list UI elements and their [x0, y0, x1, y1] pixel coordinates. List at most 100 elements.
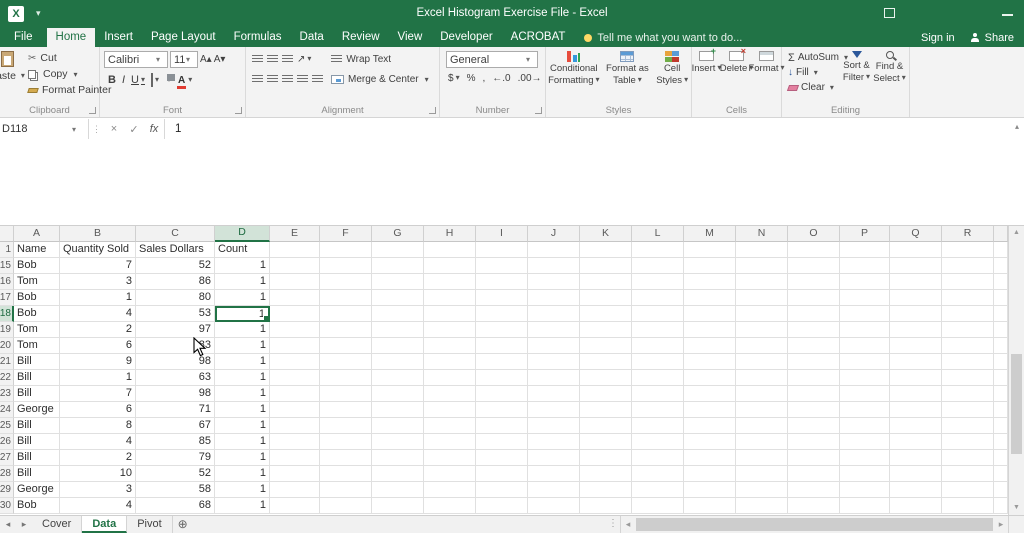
cell-K125[interactable]	[580, 418, 632, 434]
cell-O1[interactable]	[788, 242, 840, 258]
cell-L127[interactable]	[632, 450, 684, 466]
cell-I1[interactable]	[476, 242, 528, 258]
cell-A121[interactable]: Bill	[14, 354, 60, 370]
insert-function-button[interactable]: fx	[144, 123, 164, 135]
cell-C117[interactable]: 80	[136, 290, 215, 306]
cell-B118[interactable]: 4	[60, 306, 136, 322]
align-middle-icon[interactable]	[267, 55, 278, 64]
cell-J129[interactable]	[528, 482, 580, 498]
formula-input[interactable]: 1	[175, 123, 181, 135]
cell-L121[interactable]	[632, 354, 684, 370]
cell-J119[interactable]	[528, 322, 580, 338]
cell-H116[interactable]	[424, 274, 476, 290]
cell-Q119[interactable]	[890, 322, 942, 338]
cell-R1[interactable]	[942, 242, 994, 258]
cell-D127[interactable]: 1	[215, 450, 270, 466]
row-header-117[interactable]: 117	[0, 290, 14, 306]
align-left-icon[interactable]	[252, 75, 263, 84]
cell-B129[interactable]: 3	[60, 482, 136, 498]
cell-I125[interactable]	[476, 418, 528, 434]
cell-R128[interactable]	[942, 466, 994, 482]
cell-Q115[interactable]	[890, 258, 942, 274]
row-header-126[interactable]: 126	[0, 434, 14, 450]
cell-Q129[interactable]	[890, 482, 942, 498]
cell-B1[interactable]: Quantity Sold	[60, 242, 136, 258]
cell-L120[interactable]	[632, 338, 684, 354]
cell-P128[interactable]	[840, 466, 890, 482]
cell-M118[interactable]	[684, 306, 736, 322]
cell-M130[interactable]	[684, 498, 736, 514]
cell-I124[interactable]	[476, 402, 528, 418]
cell-Q118[interactable]	[890, 306, 942, 322]
cell-E120[interactable]	[270, 338, 320, 354]
column-header-i[interactable]: I	[476, 226, 528, 242]
cell-M1[interactable]	[684, 242, 736, 258]
cell-B130[interactable]: 4	[60, 498, 136, 514]
align-center-icon[interactable]	[267, 75, 278, 84]
cell-B115[interactable]: 7	[60, 258, 136, 274]
fill-button[interactable]: ↓ Fill	[786, 65, 840, 80]
cell-I115[interactable]	[476, 258, 528, 274]
cell-A118[interactable]: Bob	[14, 306, 60, 322]
ribbon-tab-formulas[interactable]: Formulas	[225, 28, 291, 47]
align-bottom-icon[interactable]	[282, 55, 293, 64]
alignment-dialog-launcher-icon[interactable]	[429, 107, 436, 114]
cell-B117[interactable]: 1	[60, 290, 136, 306]
cell-D129[interactable]: 1	[215, 482, 270, 498]
align-top-icon[interactable]	[252, 55, 263, 64]
cell-H120[interactable]	[424, 338, 476, 354]
column-header-d[interactable]: D	[215, 226, 270, 242]
row-header-127[interactable]: 127	[0, 450, 14, 466]
cell-G124[interactable]	[372, 402, 424, 418]
italic-button[interactable]: I	[122, 74, 125, 86]
row-header-124[interactable]: 124	[0, 402, 14, 418]
wrap-text-button[interactable]: Wrap Text	[329, 52, 393, 68]
cell-H127[interactable]	[424, 450, 476, 466]
cell-C115[interactable]: 52	[136, 258, 215, 274]
cell-E119[interactable]	[270, 322, 320, 338]
column-header-e[interactable]: E	[270, 226, 320, 242]
cell-I126[interactable]	[476, 434, 528, 450]
cell-F115[interactable]	[320, 258, 372, 274]
cell-H121[interactable]	[424, 354, 476, 370]
scroll-down-icon[interactable]: ▼	[1009, 501, 1024, 515]
cell-C127[interactable]: 79	[136, 450, 215, 466]
cell-L118[interactable]	[632, 306, 684, 322]
cell-B121[interactable]: 9	[60, 354, 136, 370]
column-header-l[interactable]: L	[632, 226, 684, 242]
formula-bar-collapse-icon[interactable]: ▴	[1015, 122, 1019, 131]
cell-A116[interactable]: Tom	[14, 274, 60, 290]
cell-H124[interactable]	[424, 402, 476, 418]
scroll-up-icon[interactable]: ▲	[1009, 226, 1024, 240]
ribbon-tab-file[interactable]: File	[0, 28, 47, 47]
cell-L116[interactable]	[632, 274, 684, 290]
row-header-121[interactable]: 121	[0, 354, 14, 370]
sign-in-link[interactable]: Sign in	[921, 32, 955, 44]
cell-P119[interactable]	[840, 322, 890, 338]
cell-M126[interactable]	[684, 434, 736, 450]
cell-Q130[interactable]	[890, 498, 942, 514]
cell-L130[interactable]	[632, 498, 684, 514]
cell-G122[interactable]	[372, 370, 424, 386]
column-header-j[interactable]: J	[528, 226, 580, 242]
cell-H123[interactable]	[424, 386, 476, 402]
ribbon-tab-page-layout[interactable]: Page Layout	[142, 28, 225, 47]
cell-R119[interactable]	[942, 322, 994, 338]
cell-L123[interactable]	[632, 386, 684, 402]
font-name-combo[interactable]: Calibri ▾	[104, 51, 168, 68]
decrease-indent-icon[interactable]	[297, 75, 308, 84]
cell-I127[interactable]	[476, 450, 528, 466]
sheet-tab-pivot[interactable]: Pivot	[127, 516, 172, 533]
cell-A128[interactable]: Bill	[14, 466, 60, 482]
cell-N128[interactable]	[736, 466, 788, 482]
cell-B126[interactable]: 4	[60, 434, 136, 450]
column-header-c[interactable]: C	[136, 226, 215, 242]
cell-N118[interactable]	[736, 306, 788, 322]
cell-D128[interactable]: 1	[215, 466, 270, 482]
cell-K119[interactable]	[580, 322, 632, 338]
tell-me-box[interactable]: Tell me what you want to do...	[584, 28, 742, 47]
row-header-116[interactable]: 116	[0, 274, 14, 290]
cell-L126[interactable]	[632, 434, 684, 450]
cell-C124[interactable]: 71	[136, 402, 215, 418]
cell-A127[interactable]: Bill	[14, 450, 60, 466]
